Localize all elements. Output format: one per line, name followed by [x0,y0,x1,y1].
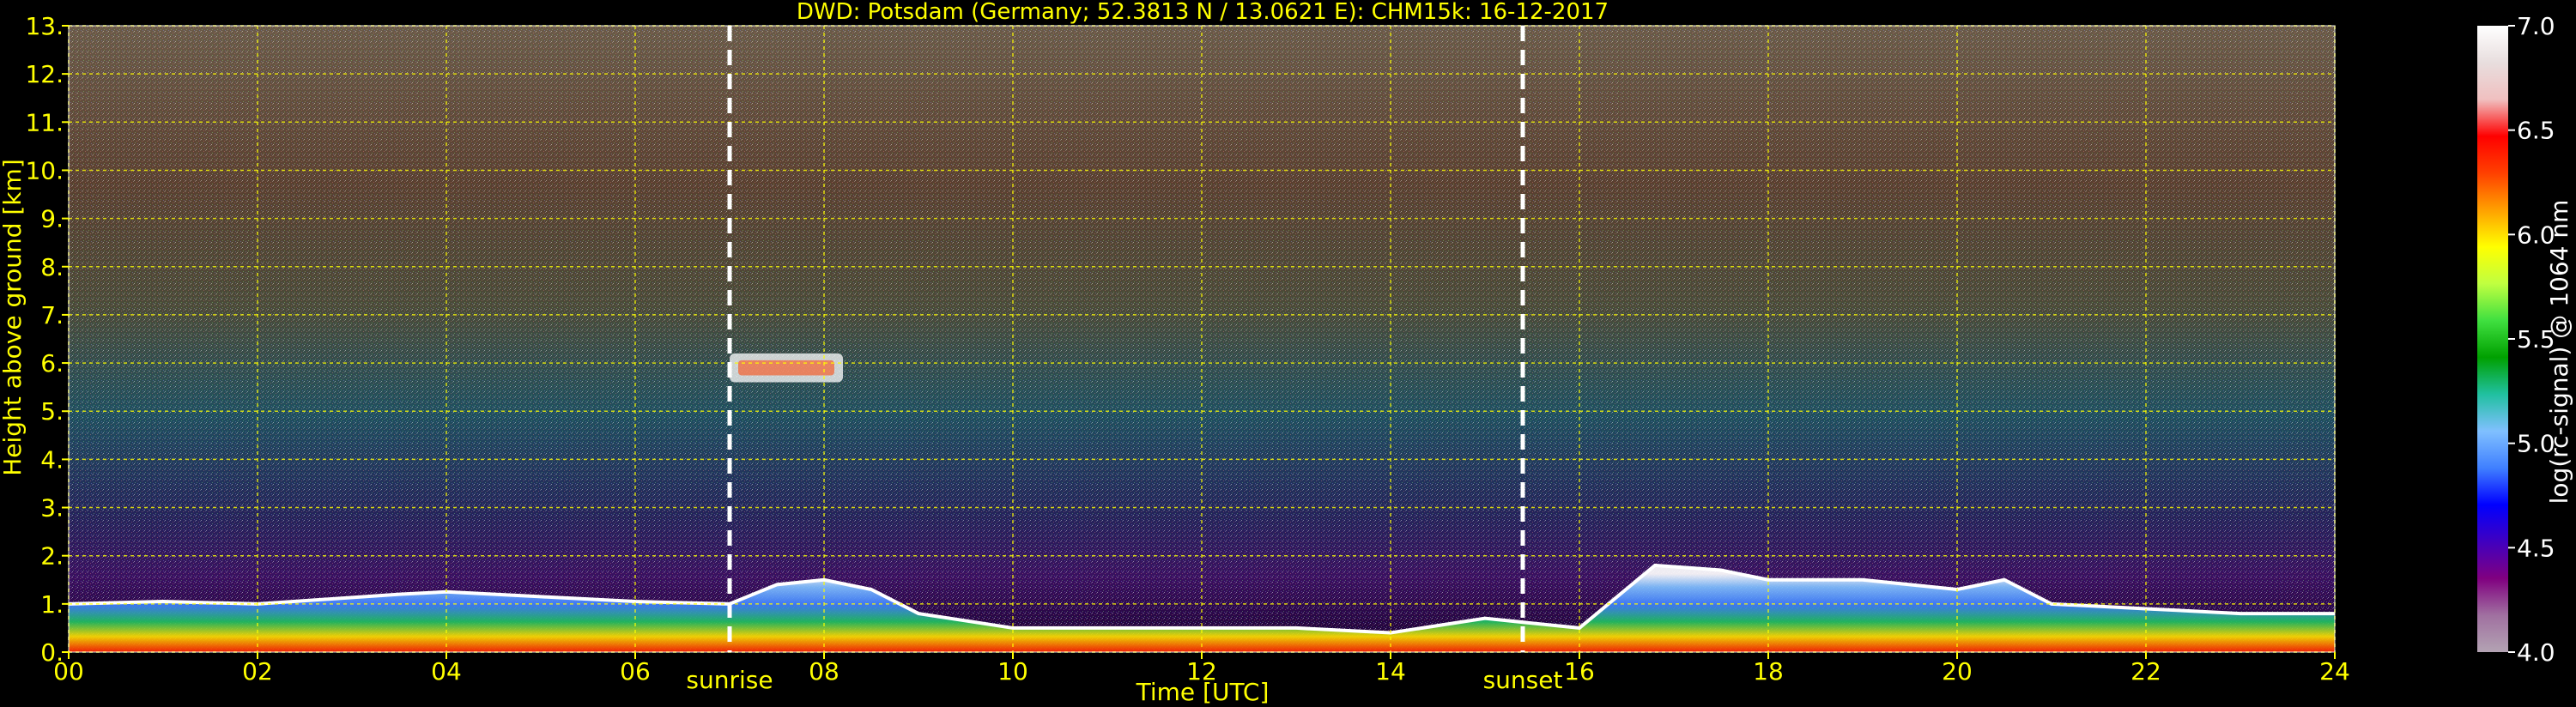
chart-title: DWD: Potsdam (Germany; 52.3813 N / 13.06… [797,0,1609,25]
marker-label-sunrise: sunrise [686,666,773,694]
colorbar-tick-label: 7.0 [2517,12,2555,40]
colorbar-tick-label: 4.5 [2517,534,2555,562]
signal-noise [69,26,2335,652]
x-tick-label: 08 [809,657,839,686]
y-tick-label: 13. [25,12,64,40]
y-tick-label: 0. [40,638,64,667]
colorbar-tick-label: 6.5 [2517,117,2555,145]
ceilometer-chart: sunrise sunset 00 02 04 06 08 10 12 14 16 18 20 22 24… [0,0,2573,706]
x-axis-label: Time [UTC] [1136,678,1270,706]
marker-label-sunset: sunset [1483,666,1563,694]
x-tick-label: 02 [242,657,273,686]
y-tick-label: 4. [40,445,64,474]
y-tick-label: 10. [25,156,64,184]
y-tick-label: 9. [40,205,64,233]
y-tick-label: 2. [40,542,64,571]
colorbar: 4.04.55.05.56.06.57.0 [2477,12,2555,667]
x-tick-label: 04 [431,657,462,686]
y-tick-label: 3. [40,494,64,523]
x-tick-label: 10 [997,657,1028,686]
y-tick-label: 1. [40,590,64,619]
chart-root: sunrise sunset 00 02 04 06 08 10 12 14 16 18 20 22 24… [0,0,2576,707]
x-tick-label: 18 [1753,657,1784,686]
y-tick-label: 12. [25,60,64,88]
y-tick-label: 6. [40,349,64,378]
colorbar-gradient [2477,26,2508,652]
x-tick-label: 22 [2131,657,2161,686]
y-tick-label: 5. [40,397,64,426]
y-tick-label: 7. [40,301,64,329]
x-tick-label: 06 [620,657,651,686]
x-tick-label: 20 [1942,657,1973,686]
x-tick-label: 16 [1564,657,1595,686]
x-tick-label: 14 [1375,657,1406,686]
x-tick-label: 24 [2319,657,2350,686]
y-tick-label: 8. [40,253,64,281]
plot-area [68,26,2335,652]
y-tick-label: 11. [25,108,64,136]
colorbar-tick-label: 4.0 [2517,638,2555,667]
y-axis-label: Height above ground [km] [0,159,27,476]
colorbar-label: log(rc-signal) @ 1064 nm [2545,200,2573,505]
